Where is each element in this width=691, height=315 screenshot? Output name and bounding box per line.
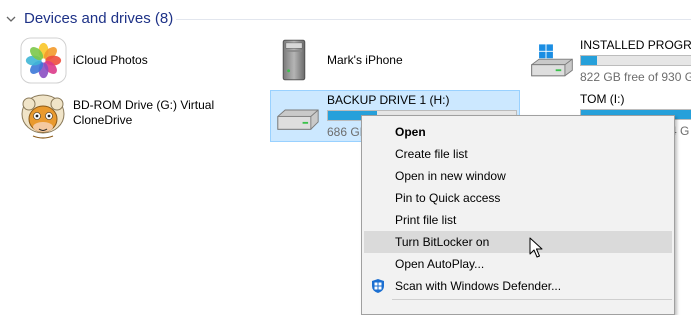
menu-item-print-file-list[interactable]: Print file list xyxy=(364,209,672,231)
windows-defender-icon xyxy=(372,279,384,293)
menu-item-create-file-list[interactable]: Create file list xyxy=(364,143,672,165)
drive-name: Mark's iPhone xyxy=(327,53,403,67)
menu-item-open-autoplay[interactable]: Open AutoPlay... xyxy=(364,253,672,275)
drive-usage-fill xyxy=(581,56,597,65)
menu-item-label: Print file list xyxy=(395,213,457,227)
drive-name: BACKUP DRIVE 1 (H:) xyxy=(327,93,450,107)
menu-item-label: Create file list xyxy=(395,147,468,161)
menu-item-label: Scan with Windows Defender... xyxy=(395,279,562,293)
drive-name-line2: CloneDrive xyxy=(73,113,133,127)
devices-and-drives-header[interactable]: Devices and drives (8) xyxy=(0,8,691,32)
menu-item-pin-to-quick-access[interactable]: Pin to Quick access xyxy=(364,187,672,209)
windows-drive-icon xyxy=(531,44,573,77)
menu-item-label: Open in new window xyxy=(395,169,506,183)
section-divider xyxy=(176,19,691,20)
menu-separator xyxy=(392,299,672,300)
drive-name-line1: BD-ROM Drive (G:) Virtual xyxy=(73,98,215,112)
menu-item-open-in-new-window[interactable]: Open in new window xyxy=(364,165,672,187)
drive-tile-installed-programs[interactable]: INSTALLED PROGRAMS 822 GB free of 930 GB xyxy=(524,36,691,84)
icloud-photos-icon xyxy=(20,37,67,84)
drive-tile-bd-rom[interactable]: BD-ROM Drive (G:) Virtual CloneDrive xyxy=(14,90,264,142)
drive-tile-icloud-photos[interactable]: iCloud Photos xyxy=(14,36,254,84)
drive-usage-bar xyxy=(580,55,691,66)
menu-item-turn-bitlocker-on[interactable]: Turn BitLocker on xyxy=(364,231,672,253)
menu-item-scan-with-windows-defender[interactable]: Scan with Windows Defender... xyxy=(364,275,672,297)
drive-tile-marks-iphone[interactable]: Mark's iPhone xyxy=(270,36,518,84)
drive-name: INSTALLED PROGRAMS xyxy=(580,38,691,52)
hard-drive-icon xyxy=(277,109,319,130)
drive-context-menu: Open Create file list Open in new window… xyxy=(361,115,675,315)
section-title: Devices and drives (8) xyxy=(24,10,174,27)
mouse-cursor-icon xyxy=(529,237,543,258)
menu-item-open[interactable]: Open xyxy=(364,121,672,143)
menu-item-label: Pin to Quick access xyxy=(395,191,501,205)
drive-name: TOM (I:) xyxy=(580,92,625,106)
phone-device-icon xyxy=(282,39,306,81)
menu-item-label: Open xyxy=(395,125,426,139)
chevron-down-icon[interactable] xyxy=(5,13,17,25)
drive-free-space: 822 GB free of 930 GB xyxy=(580,70,691,84)
drive-name: iCloud Photos xyxy=(73,53,148,67)
menu-item-label: Turn BitLocker on xyxy=(395,235,490,249)
virtual-clonedrive-sheep-icon xyxy=(21,94,65,139)
menu-item-label: Open AutoPlay... xyxy=(395,257,485,271)
